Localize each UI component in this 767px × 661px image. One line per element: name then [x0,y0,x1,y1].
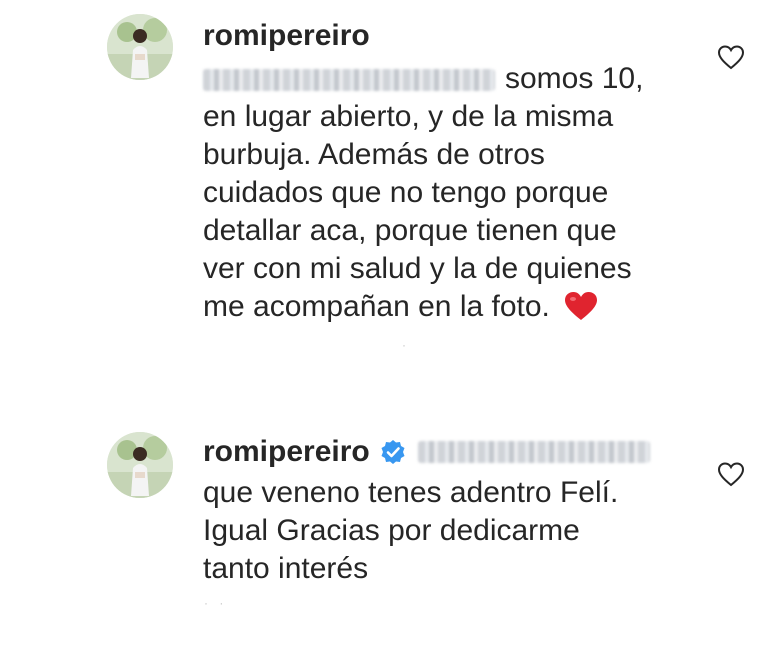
divider-dots: · [402,338,410,352]
avatar[interactable] [107,14,173,80]
heart-outline-icon[interactable] [717,461,745,487]
verified-badge-icon [381,440,405,464]
divider-dots: · · [204,596,228,610]
avatar-image [107,432,173,498]
mention-blurred[interactable] [417,441,650,463]
avatar[interactable] [107,432,173,498]
heart-outline-icon[interactable] [717,44,745,70]
avatar-image [107,14,173,80]
comment-text: somos 10, en lugar abierto, y de la mism… [203,62,644,323]
username[interactable]: romipereiro [203,18,683,54]
username[interactable]: romipereiro [203,434,683,470]
red-heart-emoji [565,292,598,320]
username-text[interactable]: romipereiro [203,434,370,470]
mention-blurred[interactable] [203,69,495,92]
comment-text: que veneno tenes adentro Felí. Igual Gra… [203,476,619,585]
username-text[interactable]: romipereiro [203,18,370,54]
